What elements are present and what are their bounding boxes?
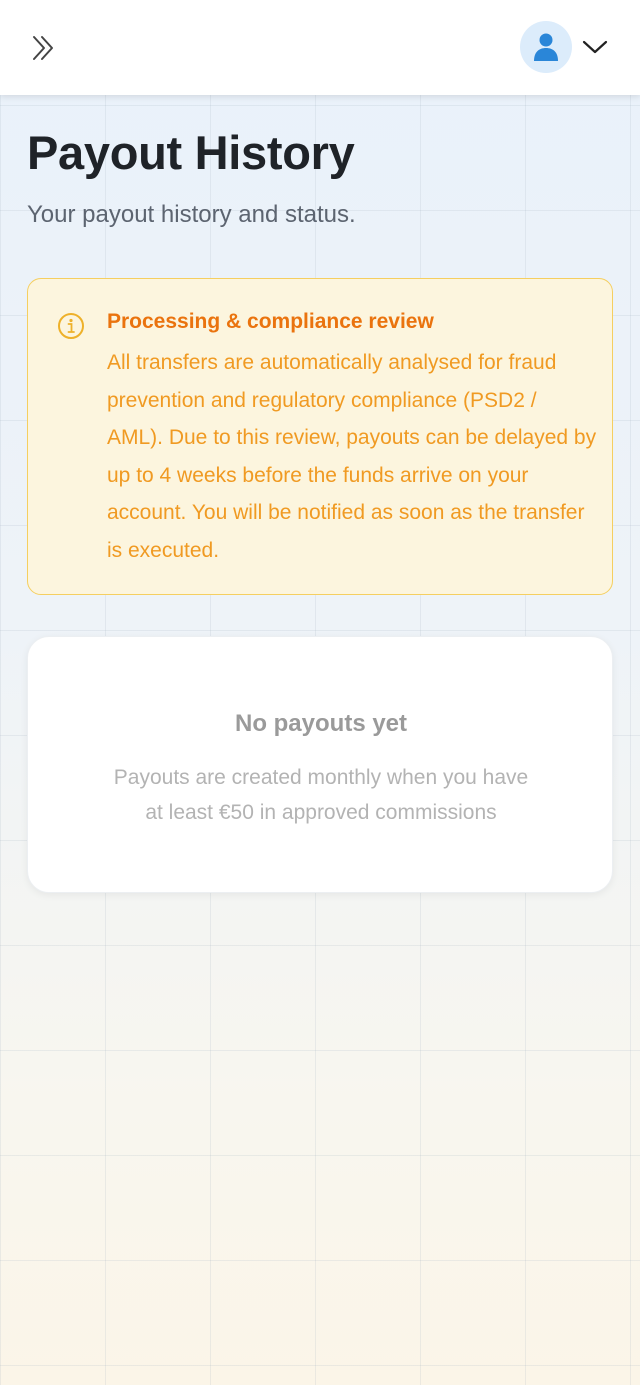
chevron-down-icon[interactable] [582, 36, 608, 58]
double-chevron-right-icon [33, 36, 53, 60]
empty-state-message: Payouts are created monthly when you hav… [71, 760, 571, 830]
user-icon [534, 33, 558, 61]
empty-state-title: No payouts yet [234, 710, 408, 737]
expand-sidebar-button[interactable] [22, 26, 66, 70]
page-title: Payout History [27, 126, 355, 179]
compliance-notice: Processing & compliance review All trans… [27, 278, 613, 595]
empty-state-line-2: at least €50 in approved commissions [145, 801, 497, 824]
top-bar [0, 0, 640, 95]
empty-state-card: No payouts yet Payouts are created month… [27, 636, 613, 893]
notice-title: Processing & compliance review [107, 310, 434, 333]
page-subtitle: Your payout history and status. [27, 201, 356, 228]
info-icon [58, 313, 84, 339]
empty-state-line-1: Payouts are created monthly when you hav… [113, 766, 529, 789]
notice-body: All transfers are automatically analysed… [107, 351, 597, 562]
avatar[interactable] [520, 21, 572, 73]
